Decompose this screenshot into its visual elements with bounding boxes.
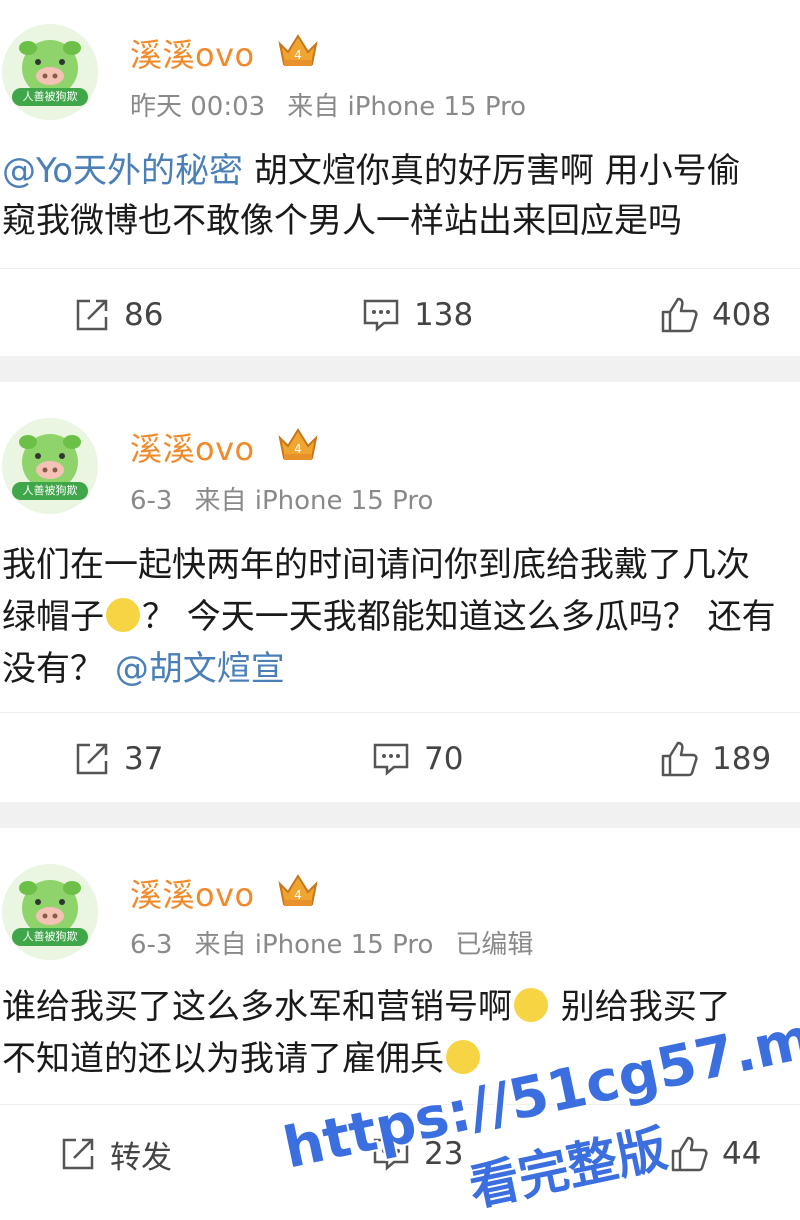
comment-count: 138 bbox=[414, 297, 474, 333]
post-meta: 6-3 来自 iPhone 15 Pro 已编辑 bbox=[130, 924, 555, 961]
weibo-post-2: 人善被狗欺 溪溪ovo 4 6-3 来自 iPhone 15 Pro 我们在一起快… bbox=[0, 382, 800, 802]
post-text-line: 我们在一起快两年的时间请问你到底给我戴了几次 bbox=[2, 545, 750, 585]
post-text-line: 没有？ @胡文煊宣 bbox=[2, 644, 800, 694]
post-time: 6-3 bbox=[130, 930, 173, 960]
like-button[interactable]: 189 bbox=[660, 739, 771, 779]
avatar[interactable]: 人善被狗欺 bbox=[2, 864, 98, 960]
post-source: 来自 iPhone 15 Pro bbox=[194, 486, 434, 516]
like-count: 44 bbox=[722, 1136, 762, 1172]
sweat-emoji-icon bbox=[514, 987, 548, 1022]
post-text-line: 窥我微博也不敢像个男人一样站出来回应是吗 bbox=[2, 201, 682, 241]
divider bbox=[0, 268, 800, 269]
repost-label: 转发 bbox=[110, 1139, 172, 1176]
crown-badge-icon: 4 bbox=[278, 874, 318, 906]
svg-text:4: 4 bbox=[294, 442, 302, 456]
avatar[interactable]: 人善被狗欺 bbox=[2, 418, 98, 514]
comment-button[interactable]: 138 bbox=[362, 295, 473, 335]
post-text-line: 谁给我买了这么多水军和营销号啊 别给我买了 bbox=[2, 982, 800, 1032]
comment-button[interactable]: 70 bbox=[372, 739, 463, 779]
like-button[interactable]: 44 bbox=[670, 1134, 761, 1174]
repost-count: 37 bbox=[124, 741, 164, 777]
post-time: 昨天 00:03 bbox=[130, 92, 266, 122]
svg-text:4: 4 bbox=[294, 48, 302, 62]
post-source: 来自 iPhone 15 Pro bbox=[287, 92, 527, 122]
smile-emoji-icon bbox=[106, 597, 140, 632]
like-count: 408 bbox=[712, 297, 772, 333]
avatar[interactable]: 人善被狗欺 bbox=[2, 24, 98, 120]
repost-count: 86 bbox=[124, 297, 164, 333]
edited-label: 已编辑 bbox=[455, 930, 534, 960]
crown-badge-icon: 4 bbox=[278, 34, 318, 66]
repost-icon bbox=[76, 299, 108, 331]
post-text-segment: 胡文煊你真的好厉害啊 用小号偷 bbox=[243, 151, 741, 191]
repost-button[interactable]: 转发 bbox=[60, 1134, 172, 1176]
post-time: 6-3 bbox=[130, 486, 173, 516]
post-meta: 6-3 来自 iPhone 15 Pro bbox=[130, 480, 455, 517]
thumbs-up-icon bbox=[661, 741, 698, 777]
avatar-label: 人善被狗欺 bbox=[12, 928, 88, 946]
avatar-label: 人善被狗欺 bbox=[12, 88, 88, 106]
post-text-line: 绿帽子 ？ 今天一天我都能知道这么多瓜吗？ 还有 bbox=[2, 592, 800, 642]
sweat-emoji-icon bbox=[446, 1039, 480, 1074]
post-meta: 昨天 00:03 来自 iPhone 15 Pro bbox=[130, 86, 548, 123]
repost-icon bbox=[76, 743, 108, 775]
username[interactable]: 溪溪ovo bbox=[130, 870, 255, 916]
divider bbox=[0, 712, 800, 713]
thumbs-up-icon bbox=[661, 297, 698, 333]
post-text-segment: ？ 今天一天我都能知道这么多瓜吗？ 还有 bbox=[142, 597, 776, 637]
post-text-line: @Yo天外的秘密 胡文煊你真的好厉害啊 用小号偷 bbox=[2, 146, 800, 196]
weibo-post-1: 人善被狗欺 溪溪ovo 4 昨天 00:03 来自 iPhone 15 Pro @… bbox=[0, 0, 800, 356]
like-button[interactable]: 408 bbox=[660, 295, 771, 335]
repost-button[interactable]: 86 bbox=[74, 295, 163, 335]
username[interactable]: 溪溪ovo bbox=[130, 424, 255, 470]
post-text-segment: 绿帽子 bbox=[2, 597, 104, 637]
comment-icon bbox=[363, 299, 399, 332]
svg-text:4: 4 bbox=[294, 888, 302, 902]
post-text-segment: 别给我买了 bbox=[550, 987, 731, 1027]
post-separator bbox=[0, 802, 800, 828]
repost-icon bbox=[62, 1138, 94, 1170]
post-text-segment: 谁给我买了这么多水军和营销号啊 bbox=[2, 987, 512, 1027]
post-text-segment: 不知道的还以为我请了雇佣兵 bbox=[2, 1039, 444, 1079]
crown-badge-icon: 4 bbox=[278, 428, 318, 460]
thumbs-up-icon bbox=[671, 1136, 708, 1172]
mention-link[interactable]: @胡文煊宣 bbox=[115, 649, 285, 689]
comment-count: 70 bbox=[424, 741, 464, 777]
like-count: 189 bbox=[712, 741, 772, 777]
mention-link[interactable]: @Yo天外的秘密 bbox=[2, 151, 243, 191]
post-separator bbox=[0, 356, 800, 382]
post-text-segment: 没有？ bbox=[2, 649, 115, 689]
avatar-label: 人善被狗欺 bbox=[12, 482, 88, 500]
comment-icon bbox=[373, 743, 409, 776]
username[interactable]: 溪溪ovo bbox=[130, 30, 255, 76]
post-source: 来自 iPhone 15 Pro bbox=[194, 930, 434, 960]
repost-button[interactable]: 37 bbox=[74, 739, 163, 779]
